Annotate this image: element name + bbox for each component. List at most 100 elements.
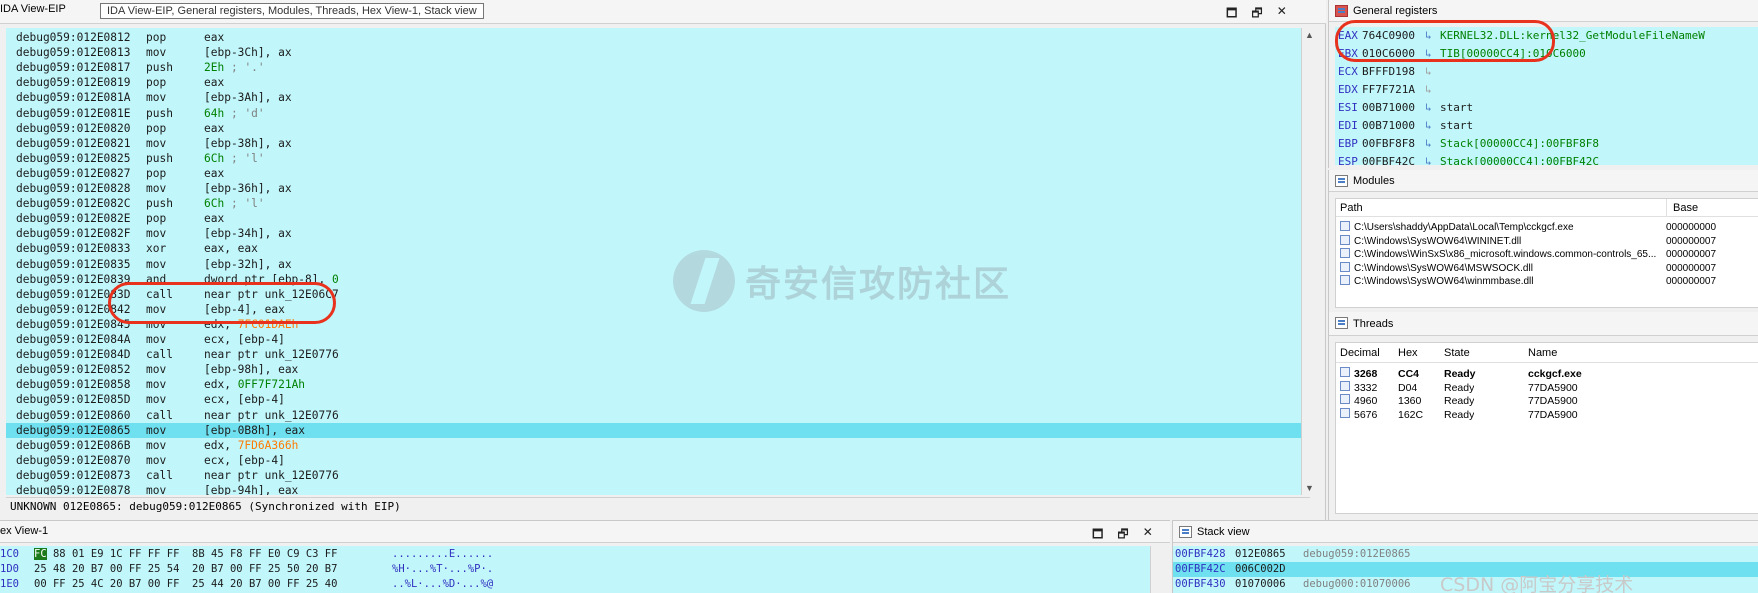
code-line[interactable]: debug059:012E0839 and dword ptr [ebp-8], 0 <box>6 272 1310 287</box>
code-operands[interactable]: [ebp-3Ch], ax <box>204 45 292 60</box>
code-address[interactable]: debug059:012E0842 <box>16 302 131 317</box>
code-line[interactable]: debug059:012E0819 pop eax <box>6 75 1310 90</box>
code-operands[interactable]: [ebp-4], eax <box>204 302 285 317</box>
code-line[interactable]: debug059:012E0878 mov [ebp-94h], eax <box>6 483 1310 495</box>
register-target[interactable]: Stack[00000CC4]:00FBF42C <box>1440 153 1599 165</box>
hex-rest-bytes[interactable]: FF 25 4C 20 B7 00 FF 25 44 20 B7 00 FF 2… <box>53 578 337 590</box>
code-line[interactable]: debug059:012E081E push 64h ; 'd' <box>6 106 1310 121</box>
code-address[interactable]: debug059:012E081E <box>16 106 131 121</box>
code-address[interactable]: debug059:012E0878 <box>16 483 131 495</box>
restore-icon[interactable]: 🗗 <box>1117 525 1128 546</box>
code-address[interactable]: debug059:012E0813 <box>16 45 131 60</box>
code-line[interactable]: debug059:012E0845 mov edx, 7FC01DAEh <box>6 317 1310 332</box>
code-operands[interactable]: [ebp-38h], ax <box>204 136 292 151</box>
code-address[interactable]: debug059:012E086B <box>16 438 131 453</box>
code-line[interactable]: debug059:012E0833 xor eax, eax <box>6 241 1310 256</box>
register-row-edx[interactable]: EDX FF7F721A ↳ <box>1335 81 1758 99</box>
code-operands[interactable]: 6Ch ; 'l' <box>204 151 265 166</box>
code-operands[interactable]: [ebp-94h], eax <box>204 483 298 495</box>
code-address[interactable]: debug059:012E0833 <box>16 241 131 256</box>
register-target[interactable]: start <box>1440 117 1473 135</box>
code-address[interactable]: debug059:012E084D <box>16 347 131 362</box>
code-line[interactable]: debug059:012E0865 mov [ebp-0B8h], eax <box>6 422 1310 438</box>
code-operands[interactable]: eax <box>204 30 224 45</box>
register-row-esi[interactable]: ESI 00B71000 ↳ start <box>1335 99 1758 117</box>
thread-row[interactable]: 4960 1360 Ready 77DA5900 <box>1336 394 1758 408</box>
ida-vertical-scrollbar[interactable]: ▲ ▼ <box>1301 28 1317 495</box>
register-value[interactable]: 010C6000 <box>1362 45 1415 63</box>
code-operands[interactable]: [ebp-0B8h], eax <box>204 423 305 438</box>
code-line[interactable]: debug059:012E081A mov [ebp-3Ah], ax <box>6 90 1310 105</box>
code-operands[interactable]: near ptr unk_12E06C7 <box>204 287 339 302</box>
restore-icon[interactable]: 🗗 <box>1251 4 1262 25</box>
col-path[interactable]: Path <box>1340 199 1363 217</box>
code-operands[interactable]: eax, eax <box>204 241 258 256</box>
code-operands[interactable]: eax <box>204 75 224 90</box>
code-line[interactable]: debug059:012E0812 pop eax <box>6 30 1310 45</box>
code-line[interactable]: debug059:012E0858 mov edx, 0FF7F721Ah <box>6 377 1310 392</box>
stack-value[interactable]: 006C002D <box>1235 562 1286 577</box>
module-row[interactable]: C:\Windows\SysWOW64\MSWSOCK.dll 000000007 <box>1336 261 1758 276</box>
registers-list[interactable]: EAX 764C0900 ↳ KERNEL32.DLL:kernel32_GetMod… <box>1335 27 1758 165</box>
register-row-edi[interactable]: EDI 00B71000 ↳ start <box>1335 117 1758 135</box>
code-line[interactable]: debug059:012E082E pop eax <box>6 211 1310 226</box>
code-line[interactable]: debug059:012E084D call near ptr unk_12E077… <box>6 347 1310 362</box>
code-line[interactable]: debug059:012E0821 mov [ebp-38h], ax <box>6 136 1310 151</box>
code-address[interactable]: debug059:012E0873 <box>16 468 131 483</box>
code-address[interactable]: debug059:012E081A <box>16 90 131 105</box>
code-operands[interactable]: edx, 7FD6A366h <box>204 438 298 453</box>
hex-first-byte[interactable]: FC <box>34 548 47 560</box>
code-address[interactable]: debug059:012E0845 <box>16 317 131 332</box>
code-line[interactable]: debug059:012E0873 call near ptr unk_12E077… <box>6 468 1310 483</box>
hex-rest-bytes[interactable]: 88 01 E9 1C FF FF FF 8B 45 F8 FF E0 C9 C… <box>53 548 337 560</box>
code-line[interactable]: debug059:012E083D call near ptr unk_12E06C… <box>6 287 1310 302</box>
register-row-eax[interactable]: EAX 764C0900 ↳ KERNEL32.DLL:kernel32_GetMod… <box>1335 27 1758 45</box>
code-line[interactable]: debug059:012E086B mov edx, 7FD6A366h <box>6 438 1310 453</box>
code-operands[interactable]: near ptr unk_12E0776 <box>204 408 339 423</box>
hex-dump[interactable]: 1C0 FC 88 01 E9 1C FF FF FF 8B 45 F8 FF E… <box>0 546 1150 593</box>
stack-comment[interactable]: debug059:012E0865 <box>1303 547 1410 562</box>
hex-bytes[interactable]: 00 FF 25 4C 20 B7 00 FF 25 44 20 B7 00 F… <box>34 577 337 592</box>
register-value[interactable]: 00FBF8F8 <box>1362 135 1415 153</box>
code-address[interactable]: debug059:012E0852 <box>16 362 131 377</box>
code-line[interactable]: debug059:012E084A mov ecx, [ebp-4] <box>6 332 1310 347</box>
register-target[interactable]: TIB[00000CC4]:010C6000 <box>1440 45 1586 63</box>
code-line[interactable]: debug059:012E082F mov [ebp-34h], ax <box>6 226 1310 241</box>
register-value[interactable]: 00B71000 <box>1362 99 1415 117</box>
col-name[interactable]: Name <box>1528 343 1557 363</box>
code-address[interactable]: debug059:012E0825 <box>16 151 131 166</box>
hex-bytes[interactable]: 25 48 20 B7 00 FF 25 54 20 B7 00 FF 25 5… <box>34 562 337 577</box>
stack-value[interactable]: 012E0865 <box>1235 547 1286 562</box>
code-operands[interactable]: edx, 0FF7F721Ah <box>204 377 305 392</box>
scroll-down-icon[interactable]: ▼ <box>1305 483 1314 493</box>
code-address[interactable]: debug059:012E0820 <box>16 121 131 136</box>
code-operands[interactable]: near ptr unk_12E0776 <box>204 468 339 483</box>
close-icon[interactable]: ✕ <box>1143 525 1153 546</box>
code-line[interactable]: debug059:012E0835 mov [ebp-32h], ax <box>6 257 1310 272</box>
jump-arrow-icon[interactable]: ↳ <box>1425 135 1432 153</box>
hex-first-byte[interactable]: 00 <box>34 578 47 590</box>
code-address[interactable]: debug059:012E0827 <box>16 166 131 181</box>
module-row[interactable]: C:\Users\shaddy\AppData\Local\Temp\cckgc… <box>1336 221 1758 235</box>
tab-hex-view[interactable]: ex View-1 <box>0 525 48 537</box>
code-address[interactable]: debug059:012E083D <box>16 287 131 302</box>
code-address[interactable]: debug059:012E082C <box>16 196 131 211</box>
register-target[interactable]: Stack[00000CC4]:00FBF8F8 <box>1440 135 1599 153</box>
code-line[interactable]: debug059:012E0827 pop eax <box>6 166 1310 181</box>
jump-arrow-icon[interactable]: ↳ <box>1425 153 1432 165</box>
code-address[interactable]: debug059:012E0870 <box>16 453 131 468</box>
code-line[interactable]: debug059:012E0870 mov ecx, [ebp-4] <box>6 453 1310 468</box>
code-address[interactable]: debug059:012E082E <box>16 211 131 226</box>
maximize-icon[interactable]: 🗖 <box>1226 4 1237 25</box>
scroll-up-icon[interactable]: ▲ <box>1305 30 1314 40</box>
code-operands[interactable]: eax <box>204 211 224 226</box>
thread-row[interactable]: 5676 162C Ready 77DA5900 <box>1336 408 1758 422</box>
code-operands[interactable]: [ebp-36h], ax <box>204 181 292 196</box>
hex-rest-bytes[interactable]: 48 20 B7 00 FF 25 54 20 B7 00 FF 25 50 2… <box>53 563 337 575</box>
register-value[interactable]: 764C0900 <box>1362 27 1415 45</box>
register-row-ebp[interactable]: EBP 00FBF8F8 ↳ Stack[00000CC4]:00FBF8F8 <box>1335 135 1758 153</box>
code-address[interactable]: debug059:012E0812 <box>16 30 131 45</box>
code-operands[interactable]: edx, 7FC01DAEh <box>204 317 298 332</box>
module-row[interactable]: C:\Windows\SysWOW64\WININET.dll 000000007 <box>1336 234 1758 249</box>
register-value[interactable]: 00B71000 <box>1362 117 1415 135</box>
